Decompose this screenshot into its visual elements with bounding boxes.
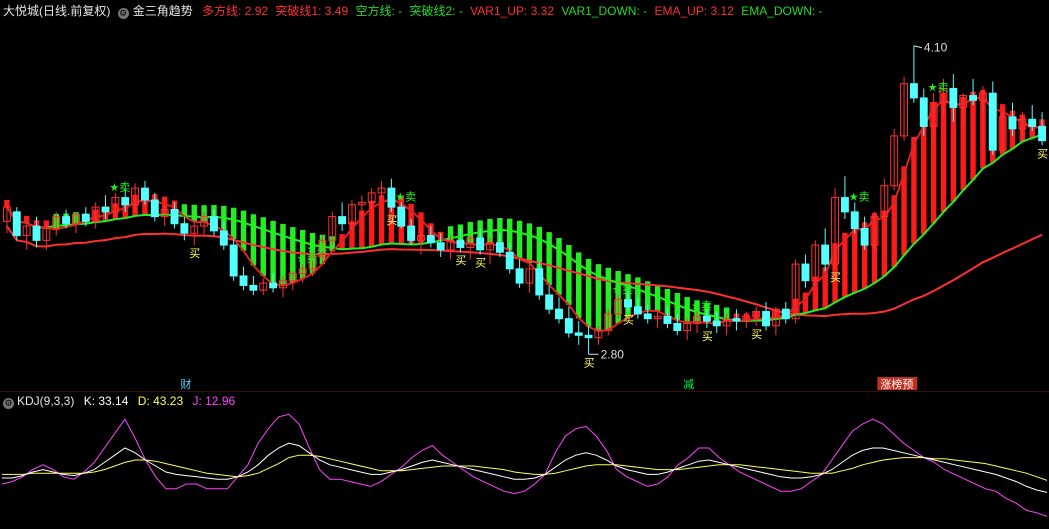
sell-marker: ★卖 — [612, 283, 633, 296]
candle-body — [505, 251, 514, 270]
candle-body — [436, 242, 445, 251]
sell-marker: ★卖 — [307, 243, 328, 256]
candle-body — [732, 318, 741, 322]
candle-body — [140, 187, 149, 201]
candle-body — [564, 318, 573, 334]
event-label: 财 — [180, 377, 191, 391]
candle-body — [969, 95, 978, 101]
indicator-fill-layer — [4, 89, 1045, 332]
candle-body — [850, 211, 859, 229]
candle-body — [170, 208, 179, 225]
candle-body — [249, 284, 258, 291]
candle-body — [840, 197, 849, 213]
buy-marker: 买 — [584, 356, 595, 369]
sell-marker: ★卖 — [928, 81, 949, 94]
candle-body — [949, 87, 958, 108]
candle-body — [584, 334, 593, 339]
buy-marker: 买 — [1037, 147, 1048, 160]
buy-marker: 买 — [189, 247, 200, 260]
candle-body — [407, 225, 416, 241]
candle-body — [219, 230, 228, 246]
candle-body — [801, 263, 810, 282]
candle-body — [32, 225, 41, 241]
price-chart[interactable]: 4.102.80★卖★卖★卖★卖★卖★卖★卖★卖买买买 买买买买 买买买财减涨榜预 — [0, 0, 1049, 529]
buy-marker: 买 — [751, 328, 762, 341]
candle-body — [821, 244, 830, 265]
candle-body — [515, 268, 524, 284]
candle-body — [574, 332, 583, 336]
candle-body — [180, 223, 189, 234]
buy-marker: 买 — [455, 254, 466, 267]
candle-body — [150, 199, 159, 218]
candle-body — [702, 315, 711, 322]
candle-body — [633, 306, 642, 315]
candle-body — [988, 92, 997, 151]
candle-body — [643, 313, 652, 320]
candle-body — [239, 275, 248, 286]
candle-body — [121, 197, 130, 206]
candle-body — [81, 213, 90, 222]
sell-marker: ★卖 — [395, 190, 416, 203]
buy-marker: 买 — [702, 330, 713, 343]
event-label: 减 — [683, 378, 694, 391]
candle-body — [338, 216, 347, 225]
candles-layer — [2, 45, 1047, 355]
low-price-label: 2.80 — [601, 347, 625, 361]
candle-body — [476, 237, 485, 251]
candle-body — [919, 97, 928, 127]
event-label: 涨榜预 — [880, 377, 913, 391]
candle-body — [545, 294, 554, 310]
candle-body — [673, 322, 682, 332]
candle-body — [1038, 125, 1047, 142]
buy-marker: 买 — [475, 257, 486, 270]
candle-body — [535, 268, 544, 296]
candle-body — [555, 308, 563, 320]
buy-marker: 买 — [623, 314, 634, 327]
candle-body — [210, 216, 218, 232]
candle-body — [860, 227, 869, 246]
candle-body — [387, 187, 396, 208]
candle-body — [495, 242, 504, 253]
candle-body — [663, 315, 672, 324]
candle-body — [909, 83, 918, 99]
sell-marker: ★卖 — [691, 300, 712, 313]
candle-body — [624, 299, 632, 308]
candle-body — [269, 282, 278, 289]
sell-marker: ★卖 — [109, 181, 130, 194]
kdj-j-line — [1, 413, 1048, 517]
buy-marker: 买 — [830, 271, 841, 284]
buy-marker: 买 — [386, 214, 397, 227]
candle-body — [397, 206, 406, 227]
candle-body — [456, 239, 465, 248]
candle-body — [12, 211, 21, 237]
candle-body — [229, 244, 238, 277]
candle-body — [1028, 118, 1037, 127]
high-price-pointer — [913, 45, 923, 49]
candle-body — [101, 206, 110, 213]
candle-body — [426, 235, 435, 244]
high-price-label: 4.10 — [924, 41, 948, 55]
candle-body — [712, 320, 721, 327]
candle-body — [762, 311, 770, 327]
chart-window: { "header": { "stock_name": "大悦城", "peri… — [0, 0, 1049, 529]
sell-marker: ★卖 — [849, 190, 870, 203]
candle-body — [781, 308, 790, 320]
candle-body — [62, 216, 71, 225]
kdj-k-line — [2, 442, 1048, 493]
candle-body — [1008, 116, 1017, 130]
